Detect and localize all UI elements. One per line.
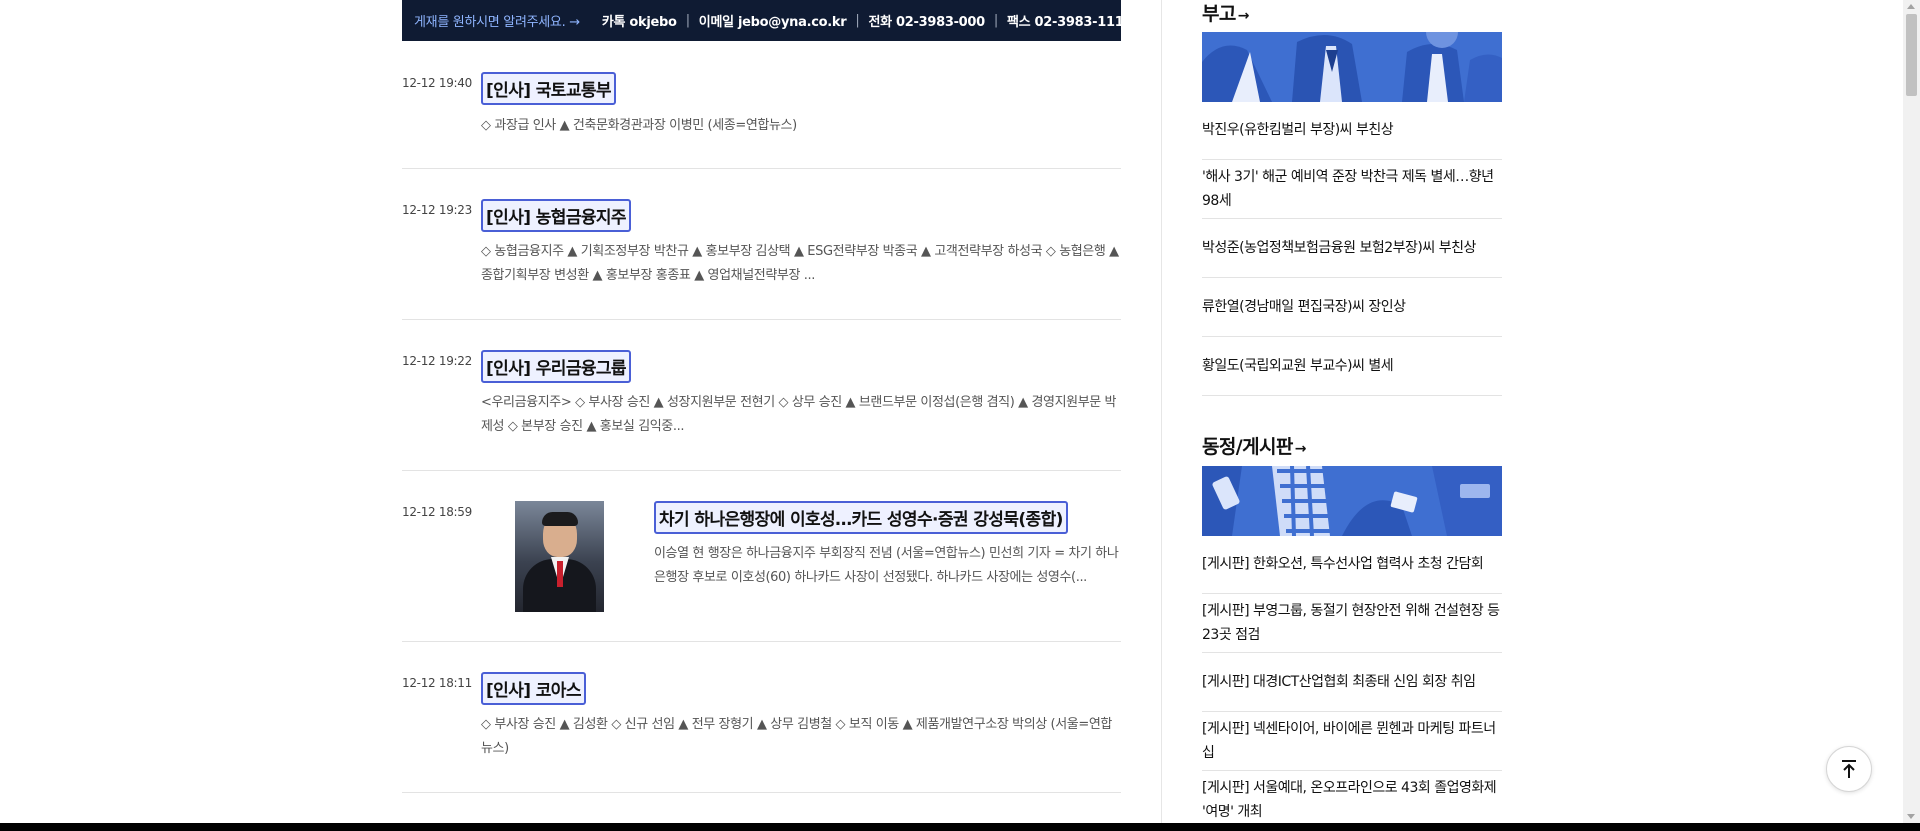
board-item[interactable]: [게시판] 부영그룹, 동절기 현장안전 위해 건설현장 등 23곳 점검 (1202, 599, 1502, 653)
separator: | (855, 13, 860, 28)
email-contact[interactable]: 이메일 jebo@yna.co.kr (699, 11, 847, 30)
article-item: 12-12 18:59 차기 하나은행장에 이호성…카드 성영수·증권 강성묵(… (402, 470, 1121, 642)
thumbnail-tie (557, 561, 563, 587)
board-item[interactable]: [게시판] 서울예대, 온오프라인으로 43회 졸업영화제 '여명' 개최 (1202, 776, 1502, 829)
separator: | (685, 13, 690, 28)
article-summary: ◇ 부사장 승진 ▲ 김성환 ◇ 신규 선임 ▲ 전무 장형기 ▲ 상무 김병철… (481, 717, 1112, 756)
board-section-title[interactable]: 동정/게시판 → (1202, 432, 1306, 459)
section-title-text: 부고 (1202, 3, 1236, 25)
board-item[interactable]: [게시판] 넥센타이어, 바이에른 뮌헨과 마케팅 파트너십 (1202, 717, 1502, 771)
article-title-link[interactable]: [인사] 농협금융지주 (481, 199, 631, 232)
page: 게재를 원하시면 알려주세요. → 카톡 okjebo | 이메일 jebo@y… (0, 0, 1920, 831)
meeting-illustration (1202, 466, 1502, 536)
report-banner: 게재를 원하시면 알려주세요. → 카톡 okjebo | 이메일 jebo@y… (402, 0, 1124, 41)
article-summary: 이승열 현 행장은 하나금융지주 부회장직 전념 (서울=연합뉴스) 민선희 기… (654, 546, 1119, 585)
article-time: 12-12 19:23 (402, 203, 472, 217)
report-request-link[interactable]: 게재를 원하시면 알려주세요. → (414, 11, 580, 30)
board-item[interactable]: [게시판] 대경ICT산업협회 최종태 신임 회장 취임 (1202, 670, 1502, 712)
scroll-down-arrow-icon[interactable] (1907, 814, 1915, 819)
obituary-item[interactable]: 박성준(농업정책보험금융원 보험2부장)씨 부친상 (1202, 236, 1502, 278)
obituary-item[interactable]: 류한열(경남매일 편집국장)씨 장인상 (1202, 295, 1502, 337)
scroll-top-button[interactable] (1826, 746, 1872, 792)
article-item: 12-12 19:23 [인사] 농협금융지주 ◇ 농협금융지주 ▲ 기획조정부… (402, 168, 1121, 320)
fax-contact: 팩스 02-3983-111 (1007, 15, 1124, 30)
arrow-right-icon: → (1237, 8, 1250, 24)
article-summary: ◇ 농협금융지주 ▲ 기획조정부장 박찬규 ▲ 홍보부장 김상택 ▲ ESG전략… (481, 244, 1119, 283)
separator: | (993, 13, 999, 28)
article-title-link[interactable]: [인사] 국토교통부 (481, 72, 616, 105)
column-divider (1161, 0, 1162, 831)
obituary-section-title[interactable]: 부고 → (1202, 0, 1250, 26)
obituary-item[interactable]: 박진우(유한킴벌리 부장)씨 부친상 (1202, 118, 1502, 160)
article-time: 12-12 19:40 (402, 76, 472, 90)
board-item[interactable]: [게시판] 한화오션, 특수선사업 협력사 초청 간담회 (1202, 552, 1502, 594)
article-summary: ◇ 과장급 인사 ▲ 건축문화경관과장 이병민 (세종=연합뉴스) (481, 118, 797, 133)
scroll-up-arrow-icon[interactable] (1907, 4, 1915, 9)
thumbnail-hair (542, 512, 578, 526)
board-banner-image[interactable] (1202, 466, 1502, 536)
article-item: 12-12 19:22 [인사] 우리금융그룹 <우리금융지주> ◇ 부사장 승… (402, 319, 1121, 471)
article-summary: <우리금융지주> ◇ 부사장 승진 ▲ 성장지원부문 전현기 ◇ 상무 승진 ▲… (481, 395, 1117, 434)
phone-contact: 전화 02-3983-000 (868, 15, 985, 30)
scrollbar-thumb[interactable] (1906, 14, 1917, 96)
article-time: 12-12 19:22 (402, 354, 472, 368)
arrow-right-icon: → (1294, 441, 1307, 457)
article-item: 12-12 19:40 [인사] 국토교통부 ◇ 과장급 인사 ▲ 건축문화경관… (402, 41, 1121, 169)
article-time: 12-12 18:59 (402, 505, 472, 519)
suits-illustration (1202, 32, 1502, 102)
article-item: 12-12 18:11 [인사] 코아스 ◇ 부사장 승진 ▲ 김성환 ◇ 신규… (402, 641, 1121, 793)
kakao-contact: 카톡 okjebo (601, 15, 677, 30)
article-title-link[interactable]: [인사] 우리금융그룹 (481, 350, 631, 383)
article-time: 12-12 18:11 (402, 676, 472, 690)
arrow-up-to-line-icon (1842, 760, 1856, 778)
article-title-link[interactable]: [인사] 코아스 (481, 672, 586, 705)
obituary-item[interactable]: '해사 3기' 해군 예비역 준장 박찬극 제독 별세…향년 98세 (1202, 165, 1502, 219)
article-title-link[interactable]: 차기 하나은행장에 이호성…카드 성영수·증권 강성묵(종합) (654, 501, 1068, 534)
article-thumbnail[interactable] (515, 501, 604, 612)
window-bottom-edge (0, 823, 1920, 831)
obituary-item[interactable]: 황일도(국립외교원 부교수)씨 별세 (1202, 354, 1502, 396)
section-title-text: 동정/게시판 (1202, 436, 1293, 458)
vertical-scrollbar[interactable] (1903, 0, 1920, 823)
obituary-banner-image[interactable] (1202, 32, 1502, 102)
